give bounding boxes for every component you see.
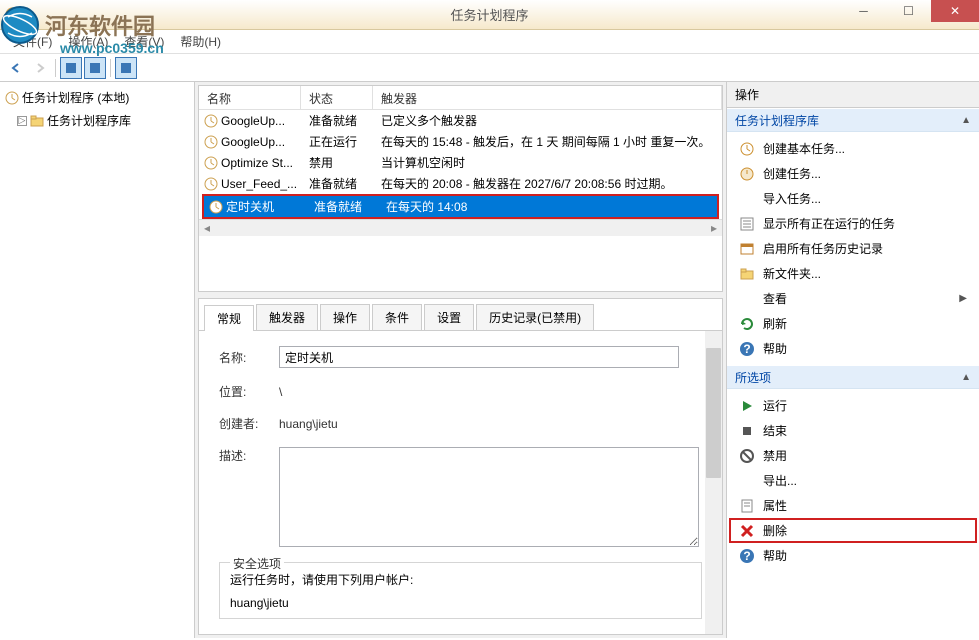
name-label: 名称: <box>219 349 279 366</box>
selected-action-5[interactable]: 删除 <box>729 518 977 543</box>
refresh-icon <box>739 316 755 332</box>
tool-btn-1[interactable] <box>60 57 82 79</box>
close-button[interactable]: ✕ <box>931 0 979 22</box>
disable-icon <box>739 448 755 464</box>
location-value: \ <box>279 385 282 399</box>
tab-general[interactable]: 常规 <box>204 305 254 331</box>
details-pane: 常规 触发器 操作 条件 设置 历史记录(已禁用) 名称: 位置: \ 创建者: <box>198 298 723 635</box>
tab-content: 名称: 位置: \ 创建者: huang\jietu 描述: 安全选项 <box>199 331 722 634</box>
desc-label: 描述: <box>219 447 279 464</box>
tab-settings[interactable]: 设置 <box>424 304 474 330</box>
tree-library-label: 任务计划程序库 <box>47 112 131 129</box>
clock2-icon <box>739 166 755 182</box>
menubar: 文件(F) 操作(A) 查看(V) 帮助(H) <box>0 30 979 54</box>
blank-icon <box>739 191 755 207</box>
selected-action-6[interactable]: ?帮助 <box>729 543 977 568</box>
desc-input[interactable] <box>279 447 699 547</box>
task-list: 名称 状态 触发器 GoogleUp...准备就绪已定义多个触发器GoogleU… <box>199 86 722 236</box>
tree-root[interactable]: 任务计划程序 (本地) <box>3 87 191 108</box>
tree-root-label: 任务计划程序 (本地) <box>22 89 129 106</box>
library-action-1[interactable]: 创建任务... <box>729 161 977 186</box>
section-library[interactable]: 任务计划程序库 ▲ <box>727 108 979 132</box>
tab-conditions[interactable]: 条件 <box>372 304 422 330</box>
library-action-0[interactable]: 创建基本任务... <box>729 136 977 161</box>
selected-action-3[interactable]: 导出... <box>729 468 977 493</box>
creator-label: 创建者: <box>219 415 279 432</box>
chevron-up-icon: ▲ <box>961 115 971 126</box>
folder-icon <box>739 266 755 282</box>
name-input[interactable] <box>279 346 679 368</box>
titlebar: 任务计划程序 ─ ☐ ✕ <box>0 0 979 30</box>
library-action-8[interactable]: ?帮助 <box>729 336 977 361</box>
task-row[interactable]: GoogleUp...正在运行在每天的 15:48 - 触发后，在 1 天 期间… <box>199 131 722 152</box>
maximize-button[interactable]: ☐ <box>886 0 931 22</box>
selected-action-1[interactable]: 结束 <box>729 418 977 443</box>
section-selected[interactable]: 所选项 ▲ <box>727 365 979 389</box>
selected-action-2[interactable]: 禁用 <box>729 443 977 468</box>
task-row[interactable]: User_Feed_...准备就绪在每天的 20:08 - 触发器在 2027/… <box>199 173 722 194</box>
runas-label: 运行任务时，请使用下列用户帐户: <box>230 571 691 588</box>
blank-icon <box>739 473 755 489</box>
tabs: 常规 触发器 操作 条件 设置 历史记录(已禁用) <box>199 299 722 331</box>
tool-back[interactable] <box>5 57 27 79</box>
th-name[interactable]: 名称 <box>199 86 301 109</box>
tree-library[interactable]: ▷ 任务计划程序库 <box>15 110 191 131</box>
help-icon: ? <box>739 548 755 564</box>
selected-action-0[interactable]: 运行 <box>729 393 977 418</box>
th-status[interactable]: 状态 <box>301 86 373 109</box>
tab-history[interactable]: 历史记录(已禁用) <box>476 304 594 330</box>
library-action-2[interactable]: 导入任务... <box>729 186 977 211</box>
history-icon <box>739 241 755 257</box>
chevron-up-icon: ▲ <box>961 372 971 383</box>
stop-icon <box>739 423 755 439</box>
tree-pane: 任务计划程序 (本地) ▷ 任务计划程序库 <box>0 82 195 638</box>
th-trigger[interactable]: 触发器 <box>373 86 722 109</box>
v-scrollbar[interactable] <box>705 331 722 634</box>
actions-header: 操作 <box>727 82 979 108</box>
clock-icon <box>739 141 755 157</box>
menu-view[interactable]: 查看(V) <box>116 31 172 53</box>
selected-action-4[interactable]: 属性 <box>729 493 977 518</box>
runas-value: huang\jietu <box>230 596 691 610</box>
play-icon <box>739 398 755 414</box>
props-icon <box>739 498 755 514</box>
menu-action[interactable]: 操作(A) <box>60 31 116 53</box>
svg-text:?: ? <box>743 342 750 356</box>
task-row[interactable]: GoogleUp...准备就绪已定义多个触发器 <box>199 110 722 131</box>
task-row[interactable]: 定时关机准备就绪在每天的 14:08 <box>204 196 717 217</box>
help-icon: ? <box>739 341 755 357</box>
delete-icon <box>739 523 755 539</box>
library-action-6[interactable]: 查看▶ <box>729 286 977 311</box>
minimize-button[interactable]: ─ <box>841 0 886 22</box>
creator-value: huang\jietu <box>279 417 338 431</box>
library-action-7[interactable]: 刷新 <box>729 311 977 336</box>
tab-triggers[interactable]: 触发器 <box>256 304 318 330</box>
menu-file[interactable]: 文件(F) <box>5 31 60 53</box>
center-pane: 名称 状态 触发器 GoogleUp...准备就绪已定义多个触发器GoogleU… <box>195 82 726 638</box>
actions-pane: 操作 任务计划程序库 ▲ 创建基本任务...创建任务...导入任务...显示所有… <box>726 82 979 638</box>
list-icon <box>739 216 755 232</box>
task-header: 名称 状态 触发器 <box>199 86 722 110</box>
location-label: 位置: <box>219 383 279 400</box>
task-row[interactable]: Optimize St...禁用当计算机空闲时 <box>199 152 722 173</box>
blank-icon <box>739 291 755 307</box>
tool-btn-3[interactable] <box>115 57 137 79</box>
h-scrollbar[interactable]: ◂▸ <box>199 219 722 236</box>
tool-forward[interactable] <box>29 57 51 79</box>
svg-text:?: ? <box>743 549 750 563</box>
tool-btn-2[interactable] <box>84 57 106 79</box>
security-label: 安全选项 <box>230 555 284 572</box>
security-box: 安全选项 运行任务时，请使用下列用户帐户: huang\jietu <box>219 562 702 619</box>
library-action-3[interactable]: 显示所有正在运行的任务 <box>729 211 977 236</box>
toolbar <box>0 54 979 82</box>
expand-icon[interactable]: ▷ <box>17 116 27 126</box>
menu-help[interactable]: 帮助(H) <box>172 31 229 53</box>
library-action-5[interactable]: 新文件夹... <box>729 261 977 286</box>
library-action-4[interactable]: 启用所有任务历史记录 <box>729 236 977 261</box>
window-title: 任务计划程序 <box>450 5 528 24</box>
tab-actions[interactable]: 操作 <box>320 304 370 330</box>
